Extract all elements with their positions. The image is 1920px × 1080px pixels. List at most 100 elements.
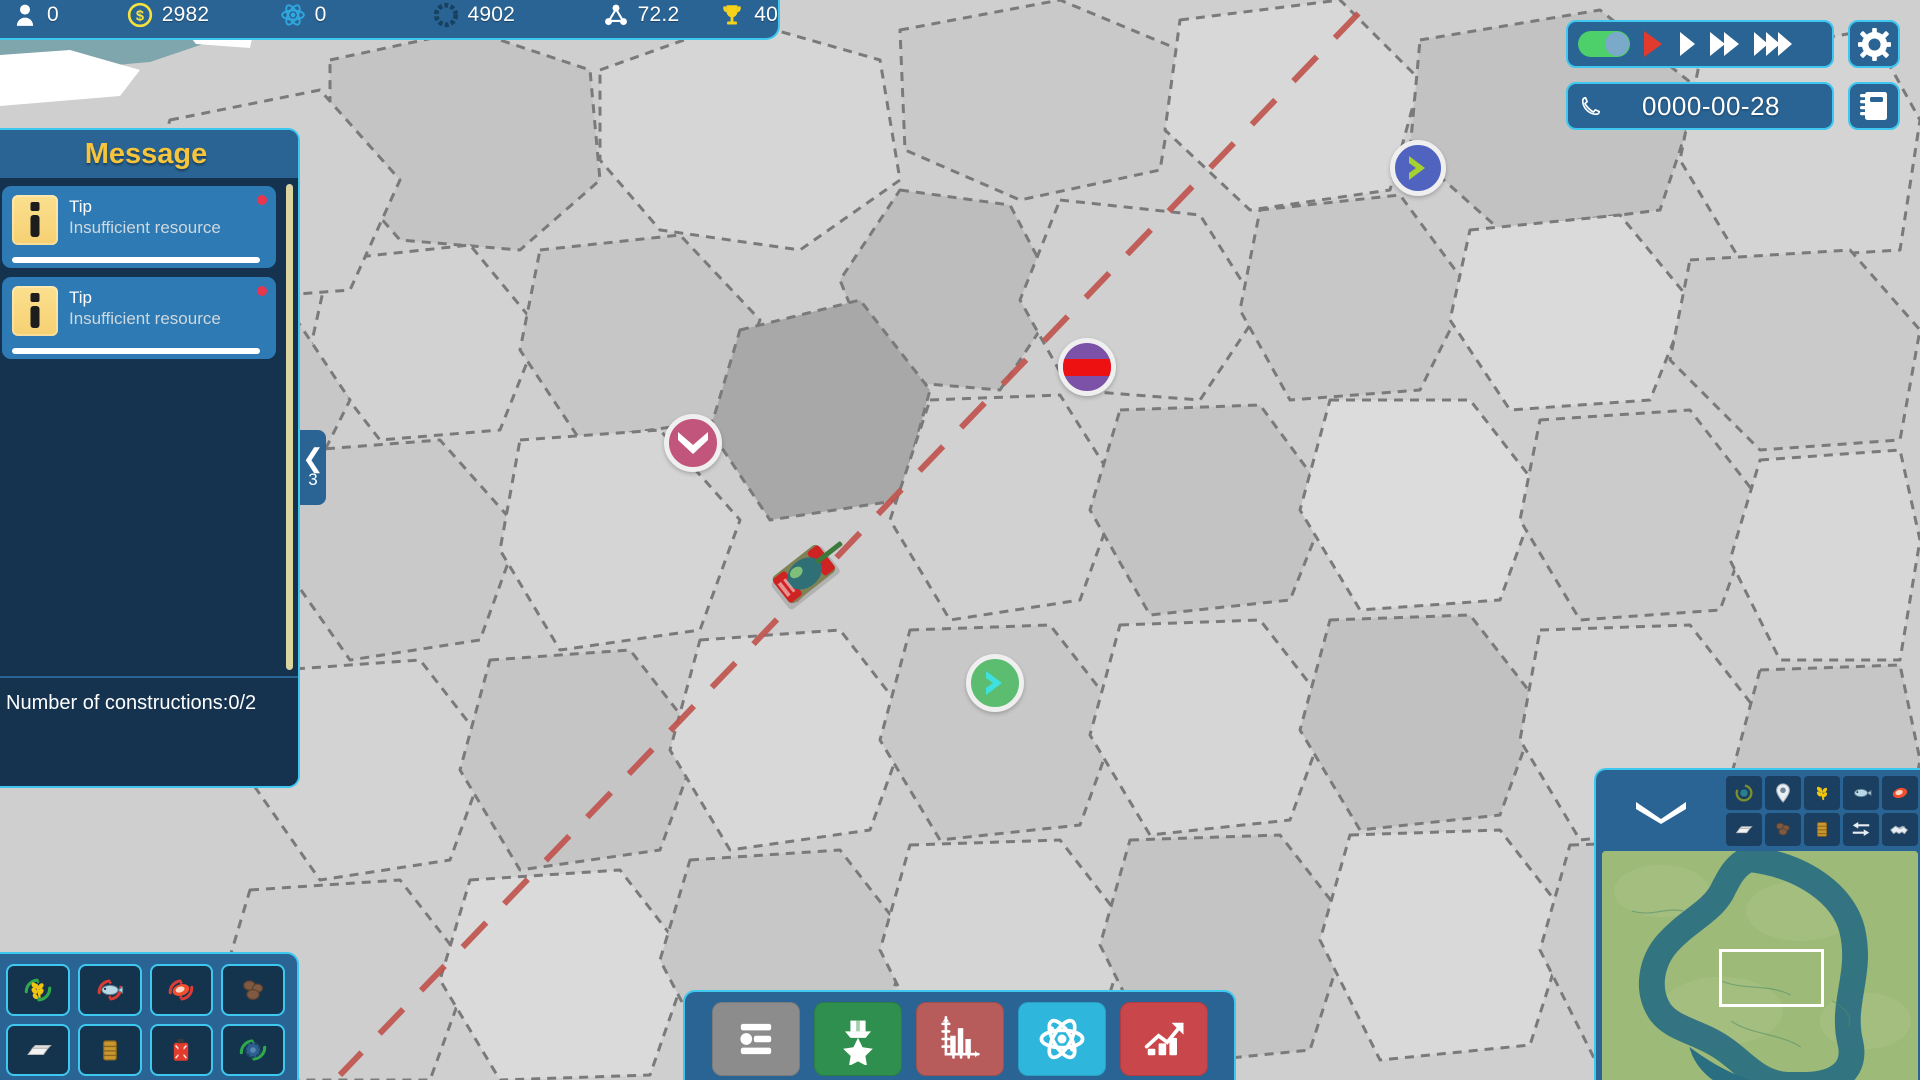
minimap-filter-ingot[interactable]: [1726, 812, 1762, 846]
map-marker-city-blue[interactable]: [1390, 140, 1446, 196]
bar-chart-icon: [940, 1016, 980, 1059]
military-button[interactable]: [813, 1002, 902, 1076]
resource-population[interactable]: 0: [12, 2, 127, 28]
minimap-filter-grain[interactable]: [1804, 776, 1840, 810]
minimap-filter-production[interactable]: [1726, 776, 1762, 810]
resource-button-oil[interactable]: [77, 1024, 142, 1076]
bottom-toolbar: [683, 990, 1236, 1080]
research-button[interactable]: [1017, 1002, 1106, 1076]
minimap-filter-ore[interactable]: [1765, 812, 1801, 846]
minimap-collapse-button[interactable]: [1602, 776, 1720, 846]
notebook-button[interactable]: [1848, 82, 1900, 130]
silver-ingot-icon: [27, 1045, 52, 1055]
pause-button[interactable]: [1640, 29, 1666, 59]
minimap-viewport-rect[interactable]: [1719, 949, 1824, 1007]
chevron-right-icon: [1409, 156, 1425, 180]
current-date: 0000-00-28: [1642, 90, 1780, 121]
game-speed-panel: [1566, 20, 1834, 68]
message-subtitle: Insufficient resource: [69, 309, 221, 328]
sidebar-badge-count: 3: [308, 470, 318, 489]
trophy-icon: [723, 5, 741, 25]
fish-icon: [1854, 788, 1872, 797]
construction-count-label: Number of constructions:0/2: [6, 692, 257, 714]
list-item[interactable]: Tip Insufficient resource: [2, 186, 276, 268]
economy-button[interactable]: [1119, 1002, 1208, 1076]
map-marker-city-purple[interactable]: [1058, 338, 1116, 396]
resource-money-value: 2982: [161, 3, 210, 26]
cycle-ring-icon: [1735, 784, 1753, 802]
resource-button-fish[interactable]: [77, 964, 142, 1016]
speed-1-button[interactable]: [1676, 29, 1698, 59]
map-marker-city-pink[interactable]: [664, 414, 722, 472]
list-detail-icon: [739, 1023, 771, 1055]
minimap-filter-diplomacy[interactable]: [1882, 812, 1918, 846]
meat-icon: [1892, 787, 1908, 798]
sidebar-collapse-handle[interactable]: ❮ 3: [300, 430, 326, 505]
resource-population-value: 0: [47, 3, 59, 26]
resource-button-ore[interactable]: [221, 964, 285, 1016]
message-subtitle: Insufficient resource: [69, 218, 221, 237]
message-panel: Message Tip Insufficient resource Tip In…: [0, 128, 300, 788]
wheat-cycle-icon: [24, 978, 52, 1002]
medal-star-icon: [842, 1020, 873, 1065]
trade-arrows-icon: [1852, 822, 1870, 837]
info-icon: [12, 286, 58, 336]
resource-science[interactable]: 0: [280, 2, 433, 28]
fuel-can-icon: [174, 1038, 189, 1061]
resource-trophy-value: 40: [754, 3, 779, 26]
resource-button-grain[interactable]: [6, 964, 70, 1016]
speed-2-button[interactable]: [1708, 29, 1742, 59]
message-progress-bar: [12, 257, 260, 263]
statistics-button[interactable]: [915, 1002, 1004, 1076]
top-resource-bar: 0 $ 2982 0 4902 72.2 40: [0, 0, 780, 40]
oil-barrel-icon: [102, 1040, 117, 1061]
chevron-right-icon: [986, 671, 1002, 695]
resource-influence[interactable]: 72.2: [603, 2, 720, 28]
overview-button[interactable]: [711, 1002, 800, 1076]
resource-industry[interactable]: 4902: [433, 2, 603, 28]
atom-icon: [1039, 1018, 1084, 1060]
ore-icon: [243, 980, 264, 1000]
minimap-filter-meat[interactable]: [1882, 776, 1918, 810]
svg-text:$: $: [136, 9, 144, 25]
speed-toggle-switch[interactable]: [1578, 31, 1630, 57]
resource-trophy[interactable]: 40: [719, 2, 778, 28]
minimap-filter-grid: [1726, 776, 1918, 846]
chevron-down-icon: [1636, 802, 1686, 824]
status-badge: [257, 286, 267, 296]
map-marker-city-green[interactable]: [966, 654, 1024, 712]
minimap-canvas[interactable]: [1602, 851, 1918, 1080]
resource-button-ingot[interactable]: [6, 1024, 70, 1076]
message-panel-header: Message: [0, 130, 298, 178]
scrollbar[interactable]: [286, 184, 293, 670]
fish-cycle-icon: [97, 979, 123, 1001]
minimap-filter-location[interactable]: [1765, 776, 1801, 810]
construction-status-bar: Number of constructions:0/2: [0, 676, 298, 786]
date-panel[interactable]: 0000-00-28: [1566, 82, 1834, 130]
message-title: Tip: [69, 197, 92, 216]
wheat-icon: [1816, 786, 1828, 800]
coin-icon: $: [127, 2, 152, 28]
message-progress-bar: [12, 348, 260, 354]
minimap-filter-fish[interactable]: [1843, 776, 1879, 810]
oil-barrel-icon: [1816, 822, 1828, 838]
speed-3-button[interactable]: [1752, 29, 1796, 59]
pin-icon: [1776, 783, 1790, 803]
resource-money[interactable]: $ 2982: [127, 2, 280, 28]
minimap-filter-trade[interactable]: [1843, 812, 1879, 846]
settings-button[interactable]: [1848, 20, 1900, 68]
list-item[interactable]: Tip Insufficient resource: [2, 277, 276, 359]
resource-science-value: 0: [314, 3, 327, 26]
minimap-filter-oil[interactable]: [1804, 812, 1840, 846]
resource-button-fuel[interactable]: [149, 1024, 214, 1076]
message-title: Tip: [69, 288, 92, 307]
gear-cycle-icon: [239, 1039, 267, 1061]
fastest-icon: [1754, 32, 1792, 56]
resource-button-meat[interactable]: [149, 964, 214, 1016]
resource-button-machine[interactable]: [221, 1024, 285, 1076]
info-icon: [12, 195, 58, 245]
tank-unit[interactable]: [752, 530, 862, 620]
atom-icon: [280, 4, 305, 26]
notebook-icon: [1860, 92, 1887, 120]
message-list[interactable]: Tip Insufficient resource Tip Insufficie…: [0, 178, 298, 676]
